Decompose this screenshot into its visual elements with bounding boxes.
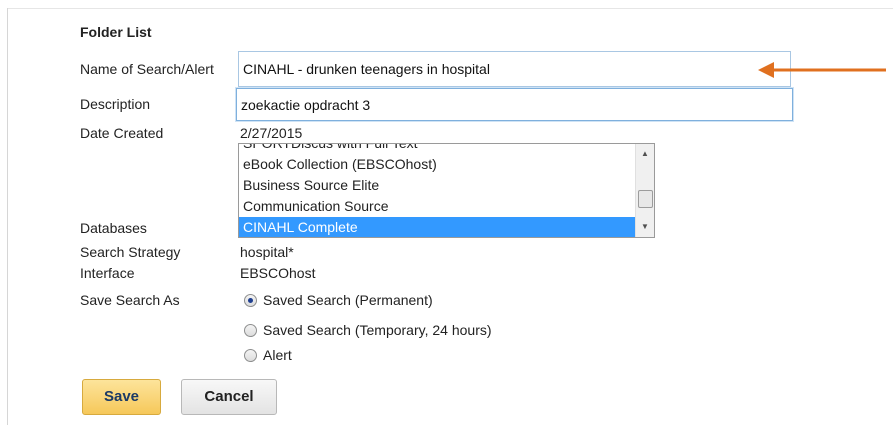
date-created-value: 2/27/2015	[240, 125, 303, 141]
arrow-left-icon	[758, 62, 886, 78]
listbox-scrollbar[interactable]: ▲ ▼	[635, 144, 654, 237]
interface-label: Interface	[80, 265, 135, 281]
scrollbar-thumb[interactable]	[638, 190, 653, 208]
database-option[interactable]: Communication Source	[239, 196, 636, 216]
panel-top-border	[7, 8, 893, 9]
search-strategy-value: hospital*	[240, 244, 294, 260]
name-field[interactable]	[238, 51, 791, 87]
search-strategy-label: Search Strategy	[80, 244, 181, 260]
database-option-selected[interactable]: CINAHL Complete	[239, 217, 636, 237]
radio-label: Saved Search (Permanent)	[263, 292, 433, 308]
database-option[interactable]: eBook Collection (EBSCOhost)	[239, 154, 636, 174]
radio-saved-permanent[interactable]: Saved Search (Permanent)	[244, 291, 433, 309]
page-title: Folder List	[80, 24, 152, 40]
panel-left-border	[7, 8, 8, 425]
description-label: Description	[80, 96, 151, 112]
description-field[interactable]	[236, 88, 793, 121]
cancel-button[interactable]: Cancel	[181, 379, 277, 415]
radio-saved-temporary[interactable]: Saved Search (Temporary, 24 hours)	[244, 321, 492, 339]
triangle-up-icon[interactable]: ▲	[636, 146, 654, 162]
interface-value: EBSCOhost	[240, 265, 316, 281]
radio-alert[interactable]: Alert	[244, 346, 292, 364]
folder-list-panel: Folder List Name of Search/Alert Descrip…	[0, 0, 893, 425]
database-option[interactable]: SPORTDiscus with Full Text	[239, 144, 636, 153]
triangle-down-icon[interactable]: ▼	[636, 219, 654, 235]
save-as-label: Save Search As	[80, 292, 180, 308]
database-option[interactable]: Business Source Elite	[239, 175, 636, 195]
save-button[interactable]: Save	[82, 379, 161, 415]
date-created-label: Date Created	[80, 125, 164, 141]
radio-label: Saved Search (Temporary, 24 hours)	[263, 322, 492, 338]
radio-button[interactable]	[244, 323, 257, 337]
databases-label: Databases	[80, 220, 147, 236]
radio-button[interactable]	[244, 348, 257, 362]
databases-listbox[interactable]: SPORTDiscus with Full Text eBook Collect…	[238, 143, 655, 238]
radio-label: Alert	[263, 347, 292, 363]
radio-button[interactable]	[244, 293, 257, 307]
name-label: Name of Search/Alert	[80, 61, 214, 77]
